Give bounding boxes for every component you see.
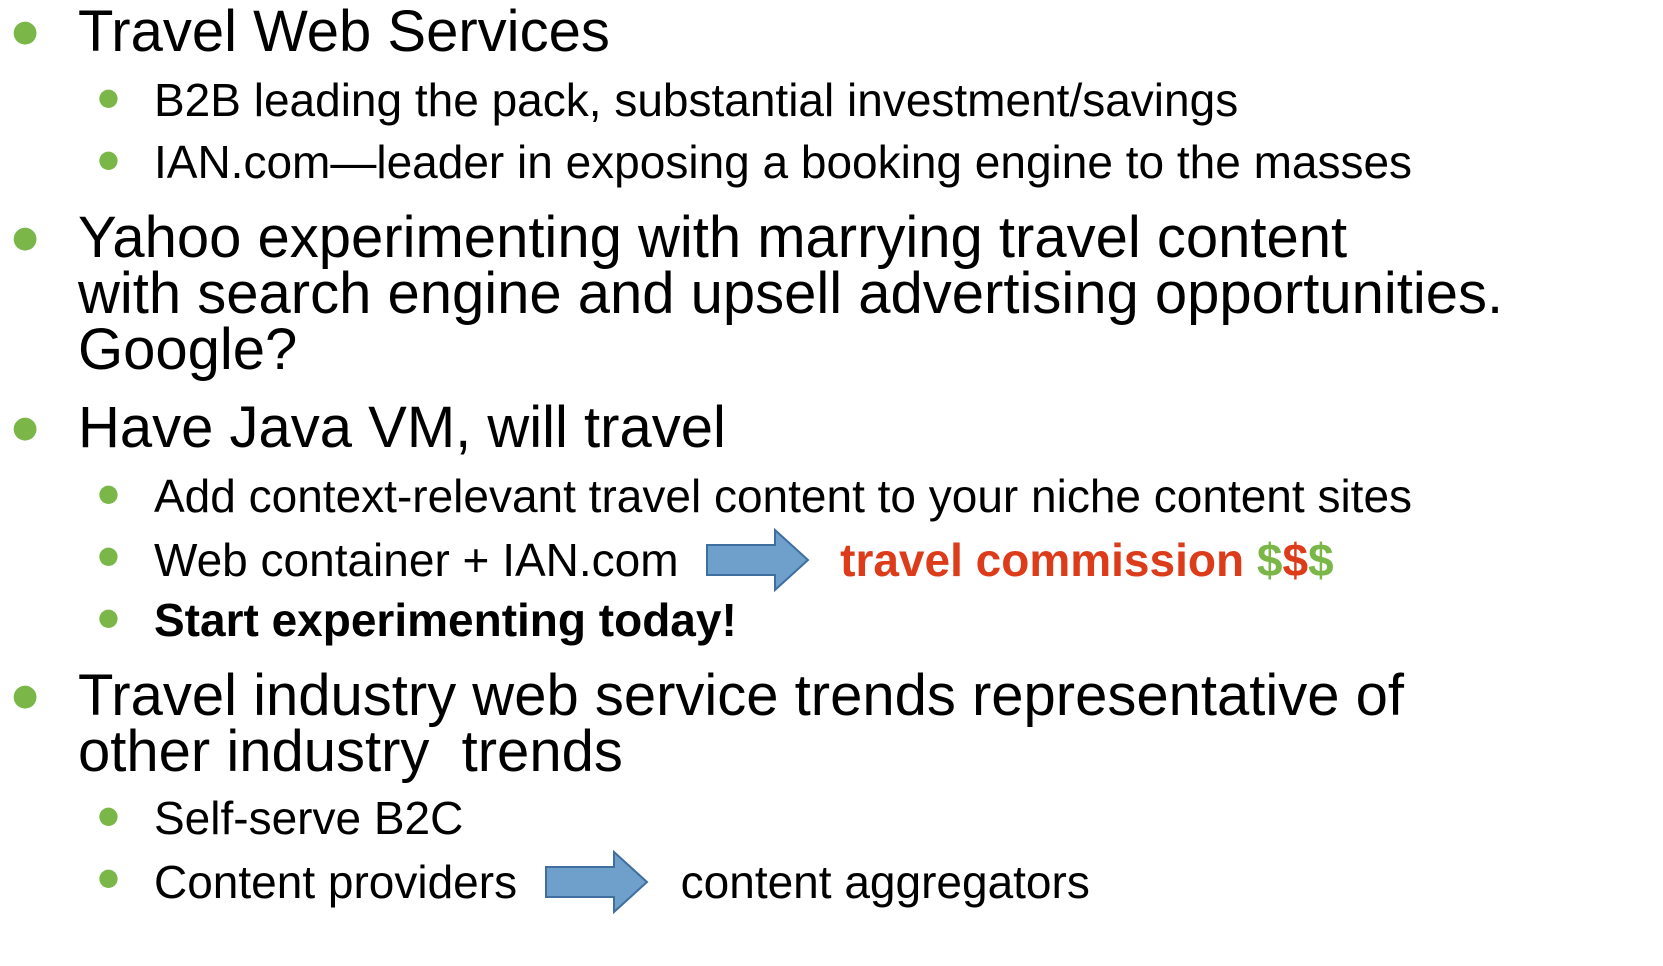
bullet-dot-icon: ●: [98, 83, 119, 111]
sub-bullet-text: Start experimenting today!: [154, 594, 737, 646]
bullet-dot-icon: ●: [98, 479, 119, 507]
bullet-line: with search engine and upsell advertisin…: [78, 261, 1504, 326]
sub-bullet-text: B2B leading the pack, substantial invest…: [154, 74, 1239, 126]
bullet-line: Yahoo experimenting with marrying travel…: [78, 205, 1348, 270]
sub-bullet-web-container: ● Web container + IAN.com travel commiss…: [98, 528, 1334, 596]
bullet-text: Have Java VM, will travel: [78, 395, 726, 460]
content-aggregators-text: content aggregators: [680, 856, 1090, 909]
sub-bullet-context: ● Add context-relevant travel content to…: [98, 470, 1413, 522]
bullet-dot-icon: ●: [98, 863, 119, 891]
bullet-dot-icon: ●: [12, 14, 39, 49]
sub-bullet-ian: ● IAN.com—leader in exposing a booking e…: [98, 136, 1413, 188]
right-block-arrow-icon: [544, 850, 650, 914]
bullet-travel-industry: ● Travel industry web service trends rep…: [12, 663, 1404, 784]
right-block-arrow-icon: [705, 528, 811, 592]
sub-bullet-content-providers: ● Content providers content aggregators: [98, 850, 1090, 918]
dollar-sign: $: [1282, 534, 1309, 587]
sub-bullet-text: Add context-relevant travel content to y…: [154, 470, 1413, 522]
sub-bullet-text: Self-serve B2C: [154, 792, 464, 844]
bullet-line: other industry trends: [78, 719, 623, 784]
sub-bullet-text: Content providers: [154, 856, 518, 909]
bullet-dot-icon: ●: [12, 678, 39, 713]
sub-bullet-self-serve: ● Self-serve B2C: [98, 792, 464, 844]
bullet-line: Google?: [78, 317, 298, 382]
bullet-yahoo: ● Yahoo experimenting with marrying trav…: [12, 205, 1504, 382]
bullet-dot-icon: ●: [12, 220, 39, 255]
slide: ● Travel Web Services ● B2B leading the …: [0, 0, 1663, 966]
bullet-dot-icon: ●: [98, 145, 119, 173]
travel-commission-text: travel commission: [840, 534, 1245, 587]
bullet-dot-icon: ●: [98, 603, 119, 631]
sub-bullet-text: IAN.com—leader in exposing a booking eng…: [154, 136, 1413, 188]
bullet-line: Travel industry web service trends repre…: [78, 663, 1404, 728]
bullet-dot-icon: ●: [98, 801, 119, 829]
sub-bullet-start-experimenting: ● Start experimenting today!: [98, 594, 737, 646]
bullet-travel-web-services: ● Travel Web Services: [12, 3, 610, 61]
bullet-text: Travel Web Services: [78, 0, 610, 64]
dollar-sign: $: [1308, 534, 1334, 587]
bullet-dot-icon: ●: [12, 410, 39, 445]
dollar-sign: $: [1256, 534, 1283, 587]
bullet-dot-icon: ●: [98, 541, 119, 569]
sub-bullet-text: Web container + IAN.com: [154, 534, 679, 587]
bullet-java-vm: ● Have Java VM, will travel: [12, 399, 726, 457]
sub-bullet-b2b: ● B2B leading the pack, substantial inve…: [98, 74, 1239, 126]
